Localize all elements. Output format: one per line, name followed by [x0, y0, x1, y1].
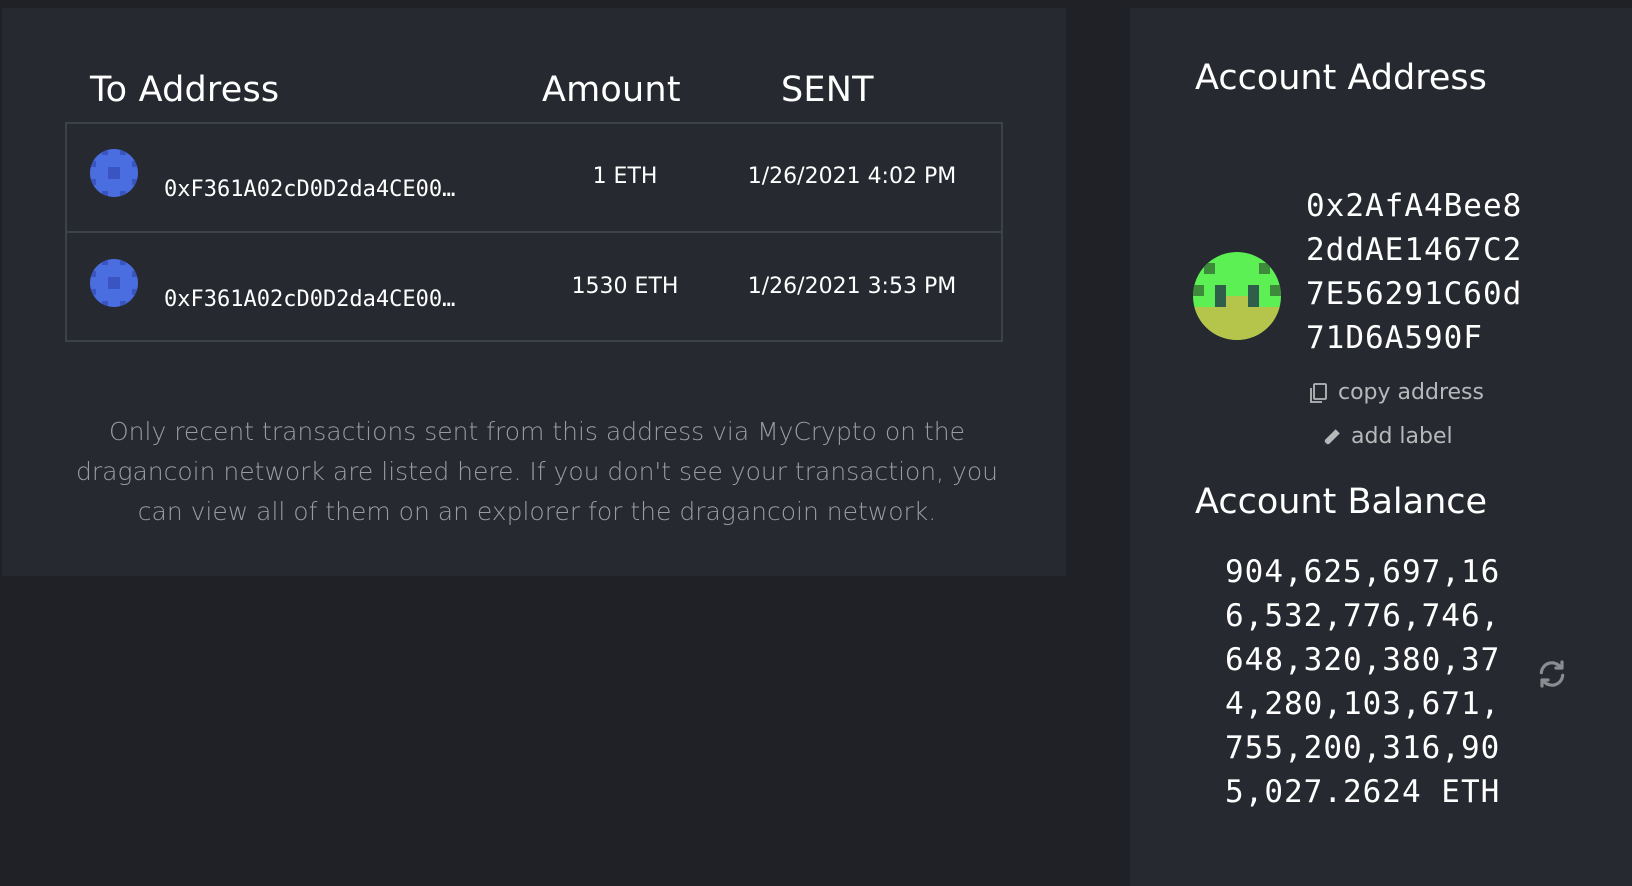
to-address-column-header: To Address [90, 70, 280, 110]
sent-date-value: 1/26/2021 4:02 PM [747, 164, 957, 189]
pencil-icon [1323, 428, 1340, 445]
copy-address-label: copy address [1338, 380, 1484, 405]
amount-value: 1 ETH [592, 164, 658, 189]
copy-address-button[interactable]: copy address [1306, 380, 1484, 405]
recent-transactions-panel: To Address Amount SENT 0xF361A02cD0D2da4… [2, 8, 1066, 576]
account-address-title: Account Address [1195, 58, 1487, 98]
account-balance-value: 904,625,697,166,532,776,746,648,320,380,… [1225, 554, 1501, 810]
sent-date-value: 1/26/2021 3:53 PM [747, 274, 957, 299]
account-address-value: 0x2AfA4Bee82ddAE1467C27E56291C60d71D6A59… [1306, 188, 1523, 356]
sent-column-header: SENT [781, 70, 874, 110]
to-address-value[interactable]: 0xF361A02cD0D2da4CE00… [164, 287, 504, 312]
amount-column-header: Amount [542, 70, 681, 110]
add-label-text: add label [1351, 424, 1453, 449]
recipient-identicon [90, 149, 138, 197]
table-row[interactable]: 0xF361A02cD0D2da4CE00… 1530 ETH 1/26/202… [67, 234, 1001, 343]
table-row[interactable]: 0xF361A02cD0D2da4CE00… 1 ETH 1/26/2021 4… [67, 124, 1001, 233]
add-label-button[interactable]: add label [1321, 424, 1453, 449]
transactions-table: 0xF361A02cD0D2da4CE00… 1 ETH 1/26/2021 4… [65, 122, 1003, 342]
to-address-value[interactable]: 0xF361A02cD0D2da4CE00… [164, 177, 504, 202]
transactions-note: Only recent transactions sent from this … [76, 417, 998, 526]
recipient-identicon [90, 259, 138, 307]
copy-icon [1310, 382, 1327, 403]
transactions-table-header: To Address Amount SENT [2, 70, 1066, 120]
refresh-icon[interactable] [1536, 658, 1568, 690]
amount-value: 1530 ETH [571, 274, 679, 299]
account-identicon [1193, 252, 1281, 340]
account-info-panel: Account Address 0x2AfA4Bee82ddAE1467C27E… [1130, 8, 1632, 886]
account-balance-title: Account Balance [1195, 482, 1488, 522]
